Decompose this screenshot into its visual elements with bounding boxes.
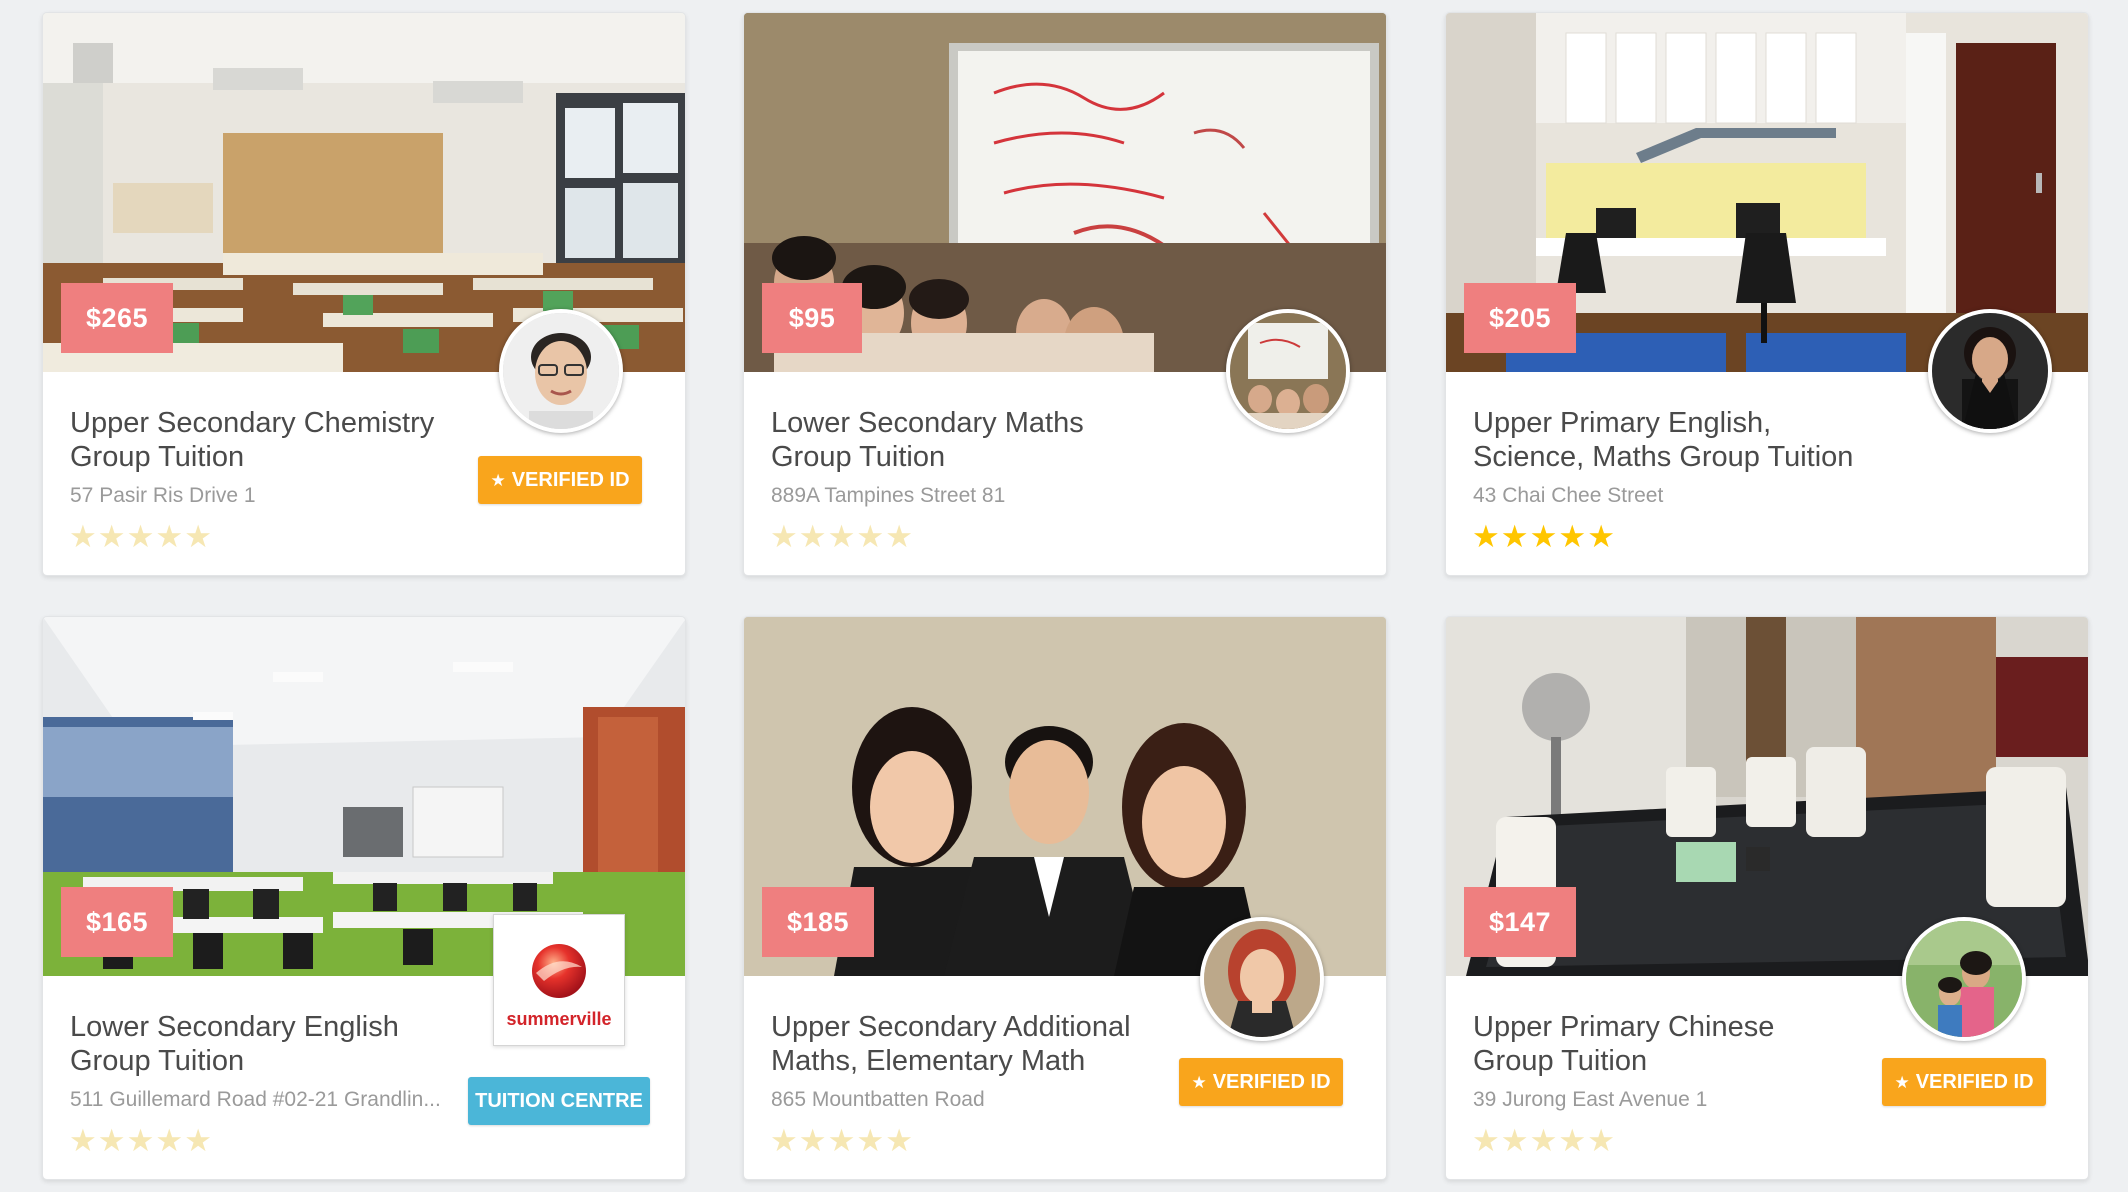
star-icon: ★ [856,519,886,554]
tutor-avatar[interactable] [1902,917,2026,1041]
rating-stars: ★★★★★ [69,1123,213,1159]
listing-title-line1: Lower Secondary Maths [771,407,1084,439]
star-icon: ★ [1472,1123,1501,1158]
badge-label: VERIFIED ID [1915,1071,2034,1093]
star-icon: ★ [1558,1123,1588,1158]
listing-title[interactable]: Lower Secondary English Group Tuition [70,1010,490,1078]
star-icon: ★ [856,1123,886,1158]
star-icon: ★ [1587,1123,1616,1158]
star-icon: ★ [155,519,185,554]
rating-stars: ★★★★★ [1472,519,1616,555]
listing-card[interactable]: $265 Upper Secondary Chemistry Group Tui… [42,12,686,576]
star-icon: ★ [1587,519,1616,554]
listing-title-line2: Group Tuition [771,441,946,473]
listing-title-line2: Group Tuition [1473,1045,1648,1077]
star-icon: ★ [490,471,506,490]
listing-address: 57 Pasir Ris Drive 1 [70,484,256,507]
star-icon: ★ [184,1123,213,1158]
star-icon: ★ [770,1123,799,1158]
listing-address: 889A Tampines Street 81 [771,484,1006,507]
tutor-avatar[interactable] [1226,309,1350,433]
star-icon: ★ [1894,1073,1910,1092]
star-icon: ★ [126,1123,156,1158]
tutor-avatar[interactable] [1928,309,2052,433]
badge-label: TUITION CENTRE [475,1090,643,1112]
listing-card[interactable]: $185 Upper Secondary Additional Maths, E… [743,616,1387,1180]
star-icon: ★ [184,519,213,554]
star-icon: ★ [1472,519,1501,554]
rating-stars: ★★★★★ [69,519,213,555]
listing-title-line1: Upper Primary English, [1473,407,1772,439]
star-icon: ★ [155,1123,185,1158]
tutor-portrait [1230,313,1346,429]
listing-title[interactable]: Upper Primary English, Science, Maths Gr… [1473,406,1893,474]
listing-address: 39 Jurong East Avenue 1 [1473,1088,1708,1111]
listing-title-line1: Upper Secondary Additional [771,1011,1131,1043]
tutor-portrait [503,313,619,429]
listing-title[interactable]: Lower Secondary Maths Group Tuition [771,406,1191,474]
price-tag: $95 [762,283,862,353]
listing-title-line2: Group Tuition [70,1045,245,1077]
star-icon: ★ [126,519,156,554]
star-icon: ★ [1191,1073,1207,1092]
rating-stars: ★★★★★ [1472,1123,1616,1159]
star-icon: ★ [97,1123,127,1158]
listing-title-line1: Upper Primary Chinese [1473,1011,1775,1043]
logo-wordmark: summerville [506,1009,612,1029]
listing-title-line1: Lower Secondary English [70,1011,399,1043]
tutor-avatar[interactable] [1200,917,1324,1041]
price-tag: $185 [762,887,874,957]
rating-stars: ★★★★★ [770,519,914,555]
listing-title[interactable]: Upper Primary Chinese Group Tuition [1473,1010,1893,1078]
listing-title[interactable]: Upper Secondary Chemistry Group Tuition [70,406,490,474]
star-icon: ★ [827,519,857,554]
listing-title-line2: Group Tuition [70,441,245,473]
listing-card[interactable]: $165 summerville Lower Secondary English… [42,616,686,1180]
star-icon: ★ [885,1123,914,1158]
verified-id-badge: ★ VERIFIED ID [1882,1058,2046,1106]
rating-stars: ★★★★★ [770,1123,914,1159]
listing-address: 43 Chai Chee Street [1473,484,1664,507]
star-icon: ★ [770,519,799,554]
star-icon: ★ [69,519,98,554]
listing-title-line1: Upper Secondary Chemistry [70,407,435,439]
listing-address: 511 Guillemard Road #02-21 Grandlin... [70,1088,441,1111]
star-icon: ★ [1529,1123,1559,1158]
tutor-portrait [1906,921,2022,1037]
star-icon: ★ [1500,1123,1530,1158]
tuition-centre-badge: TUITION CENTRE [468,1077,650,1125]
star-icon: ★ [69,1123,98,1158]
listing-title-line2: Science, Maths Group Tuition [1473,441,1854,473]
listing-title-line2: Maths, Elementary Math [771,1045,1086,1077]
tutor-portrait [1204,921,1320,1037]
verified-id-badge: ★ VERIFIED ID [478,456,642,504]
star-icon: ★ [1529,519,1559,554]
centre-logo[interactable]: summerville [493,914,625,1046]
price-tag: $265 [61,283,173,353]
price-tag: $205 [1464,283,1576,353]
listing-card[interactable]: $205 Upper Primary English, Science, Mat… [1445,12,2089,576]
star-icon: ★ [1500,519,1530,554]
star-icon: ★ [1558,519,1588,554]
verified-id-badge: ★ VERIFIED ID [1179,1058,1343,1106]
listing-card[interactable]: $95 Lower Secondary Maths Group Tuition … [743,12,1387,576]
price-tag: $165 [61,887,173,957]
badge-label: VERIFIED ID [1212,1071,1331,1093]
tutor-portrait [1932,313,2048,429]
tutor-avatar[interactable] [499,309,623,433]
price-tag: $147 [1464,887,1576,957]
star-icon: ★ [885,519,914,554]
star-icon: ★ [798,519,828,554]
summerville-logo-icon [532,944,586,998]
listing-address: 865 Mountbatten Road [771,1088,985,1111]
star-icon: ★ [798,1123,828,1158]
star-icon: ★ [97,519,127,554]
star-icon: ★ [827,1123,857,1158]
listing-title[interactable]: Upper Secondary Additional Maths, Elemen… [771,1010,1191,1078]
badge-label: VERIFIED ID [511,469,630,491]
listing-card[interactable]: $147 Upper Primary Chinese Group Tuition… [1445,616,2089,1180]
